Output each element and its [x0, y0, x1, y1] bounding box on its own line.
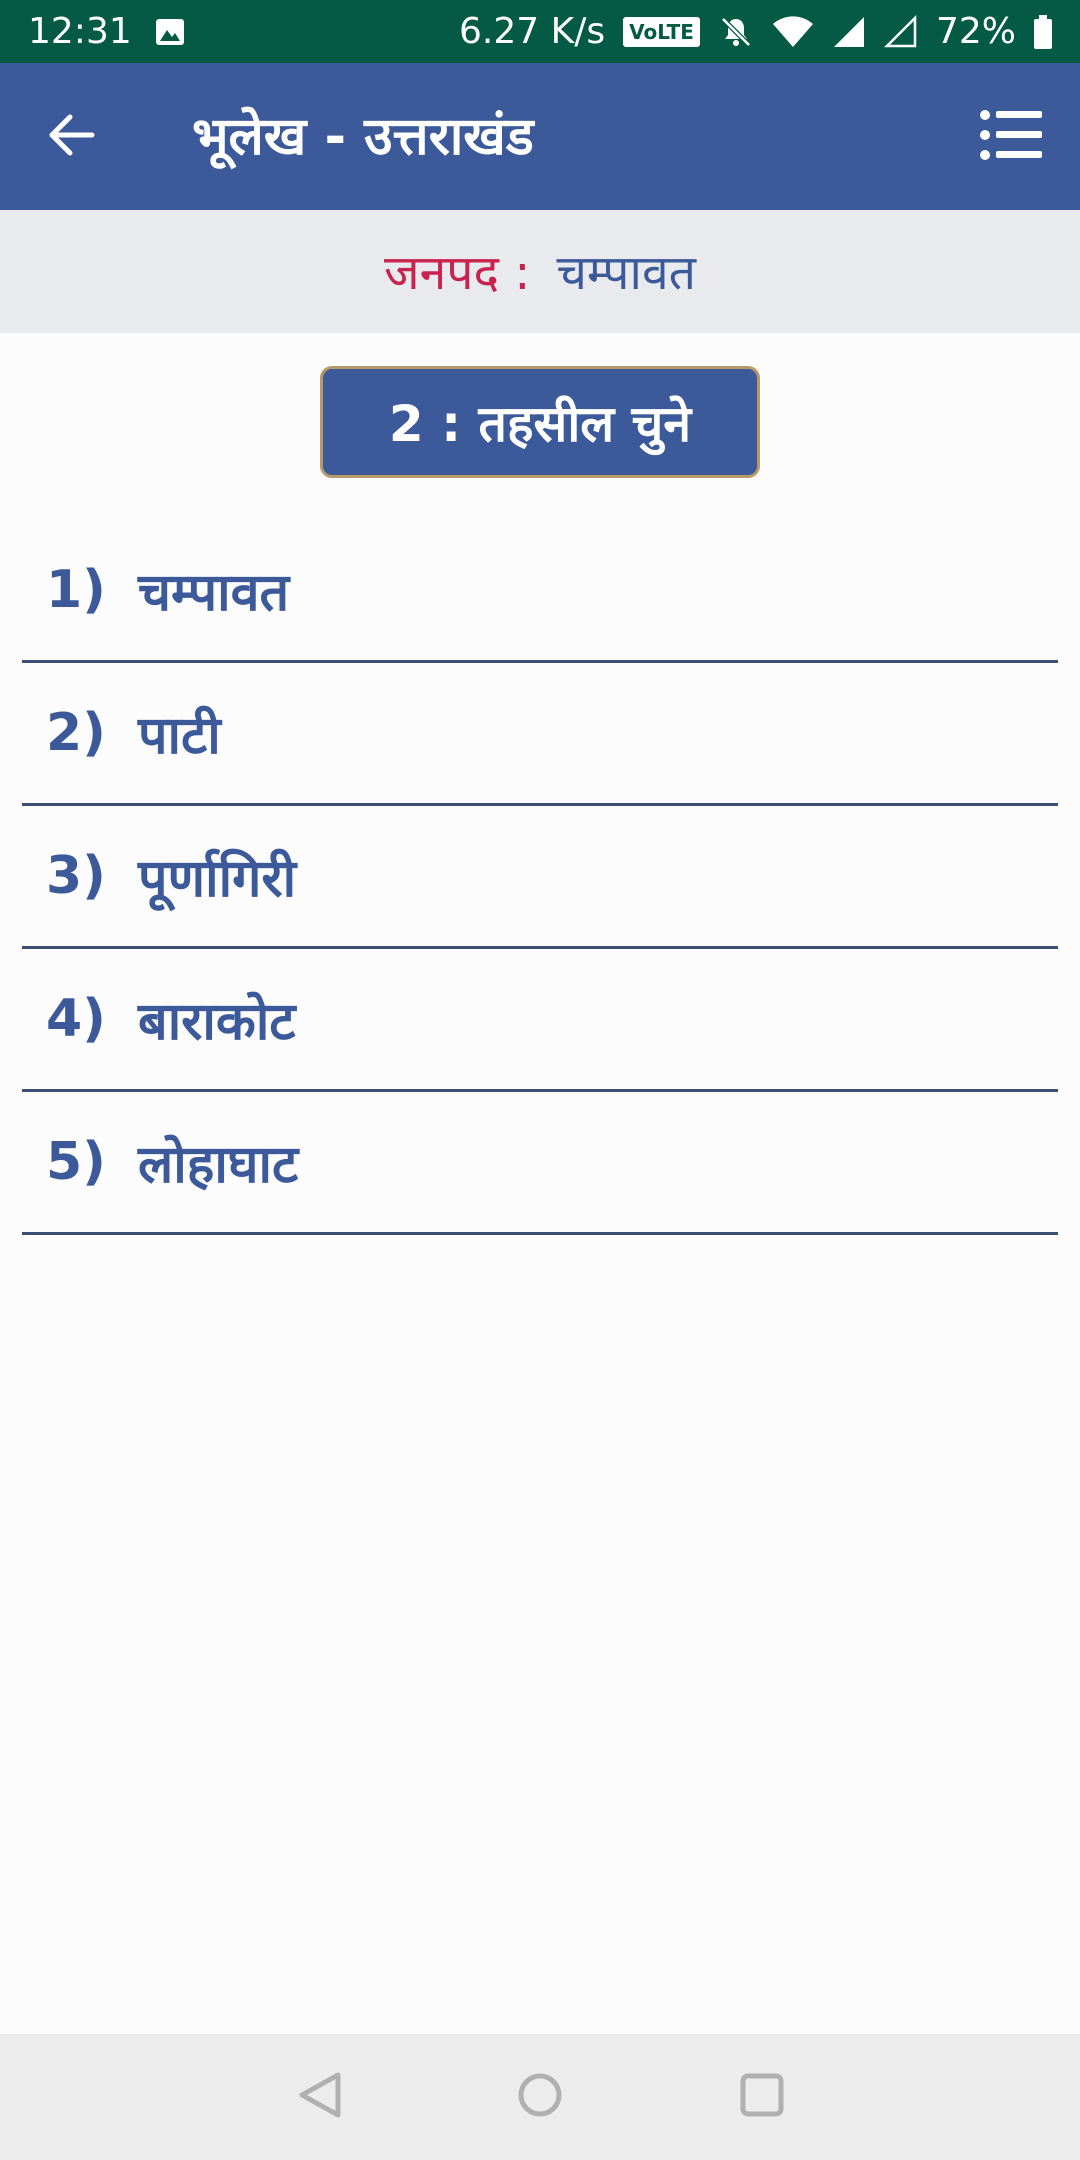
list-item[interactable]: 4) बाराकोट	[22, 949, 1058, 1092]
volte-icon: VoLTE	[623, 16, 700, 47]
item-name: चम्पावत	[138, 562, 290, 623]
tehsil-list: 1) चम्पावत 2) पाटी 3) पूर्णागिरी 4) बारा…	[22, 520, 1058, 1235]
back-button[interactable]	[42, 107, 102, 167]
page-title: भूलेख - उत्तराखंड	[192, 107, 534, 167]
battery-icon	[1034, 14, 1052, 49]
item-name: लोहाघाट	[138, 1134, 299, 1195]
menu-button[interactable]	[976, 105, 1048, 169]
item-number: 2)	[46, 703, 106, 763]
district-value: चम्पावत	[556, 245, 696, 301]
item-name: पूर्णागिरी	[138, 848, 297, 909]
item-number: 5)	[46, 1132, 106, 1192]
mute-icon	[718, 14, 754, 50]
section-header: 2 : तहसील चुने	[320, 366, 760, 478]
nav-back-button[interactable]	[285, 2062, 355, 2132]
list-item[interactable]: 2) पाटी	[22, 663, 1058, 806]
nav-home-button[interactable]	[505, 2062, 575, 2132]
item-number: 4)	[46, 989, 106, 1049]
signal-empty-icon	[883, 14, 918, 49]
district-label: जनपद :	[384, 245, 531, 301]
list-item[interactable]: 5) लोहाघाट	[22, 1092, 1058, 1235]
list-item[interactable]: 3) पूर्णागिरी	[22, 806, 1058, 949]
arrow-left-icon	[48, 113, 96, 161]
list-item[interactable]: 1) चम्पावत	[22, 520, 1058, 663]
status-right: 6.27 K/s VoLTE 72%	[459, 11, 1052, 52]
recents-square-icon	[739, 2072, 785, 2122]
image-icon	[154, 16, 186, 48]
battery-percent: 72%	[935, 11, 1016, 52]
district-bar: जनपद : चम्पावत	[0, 210, 1080, 333]
list-menu-icon	[980, 109, 1044, 165]
status-time: 12:31	[28, 11, 132, 52]
signal-icon	[832, 15, 866, 49]
back-triangle-icon	[296, 2070, 344, 2124]
status-left: 12:31	[28, 11, 186, 52]
item-number: 1)	[46, 560, 106, 620]
status-bar: 12:31 6.27 K/s VoLTE 72%	[0, 0, 1080, 63]
nav-recents-button[interactable]	[727, 2062, 797, 2132]
home-circle-icon	[516, 2071, 564, 2123]
item-name: बाराकोट	[138, 991, 296, 1052]
navigation-bar	[0, 2034, 1080, 2160]
wifi-icon	[772, 15, 814, 49]
network-speed: 6.27 K/s	[459, 11, 606, 52]
item-number: 3)	[46, 846, 106, 906]
app-bar: भूलेख - उत्तराखंड	[0, 63, 1080, 210]
item-name: पाटी	[138, 705, 221, 766]
